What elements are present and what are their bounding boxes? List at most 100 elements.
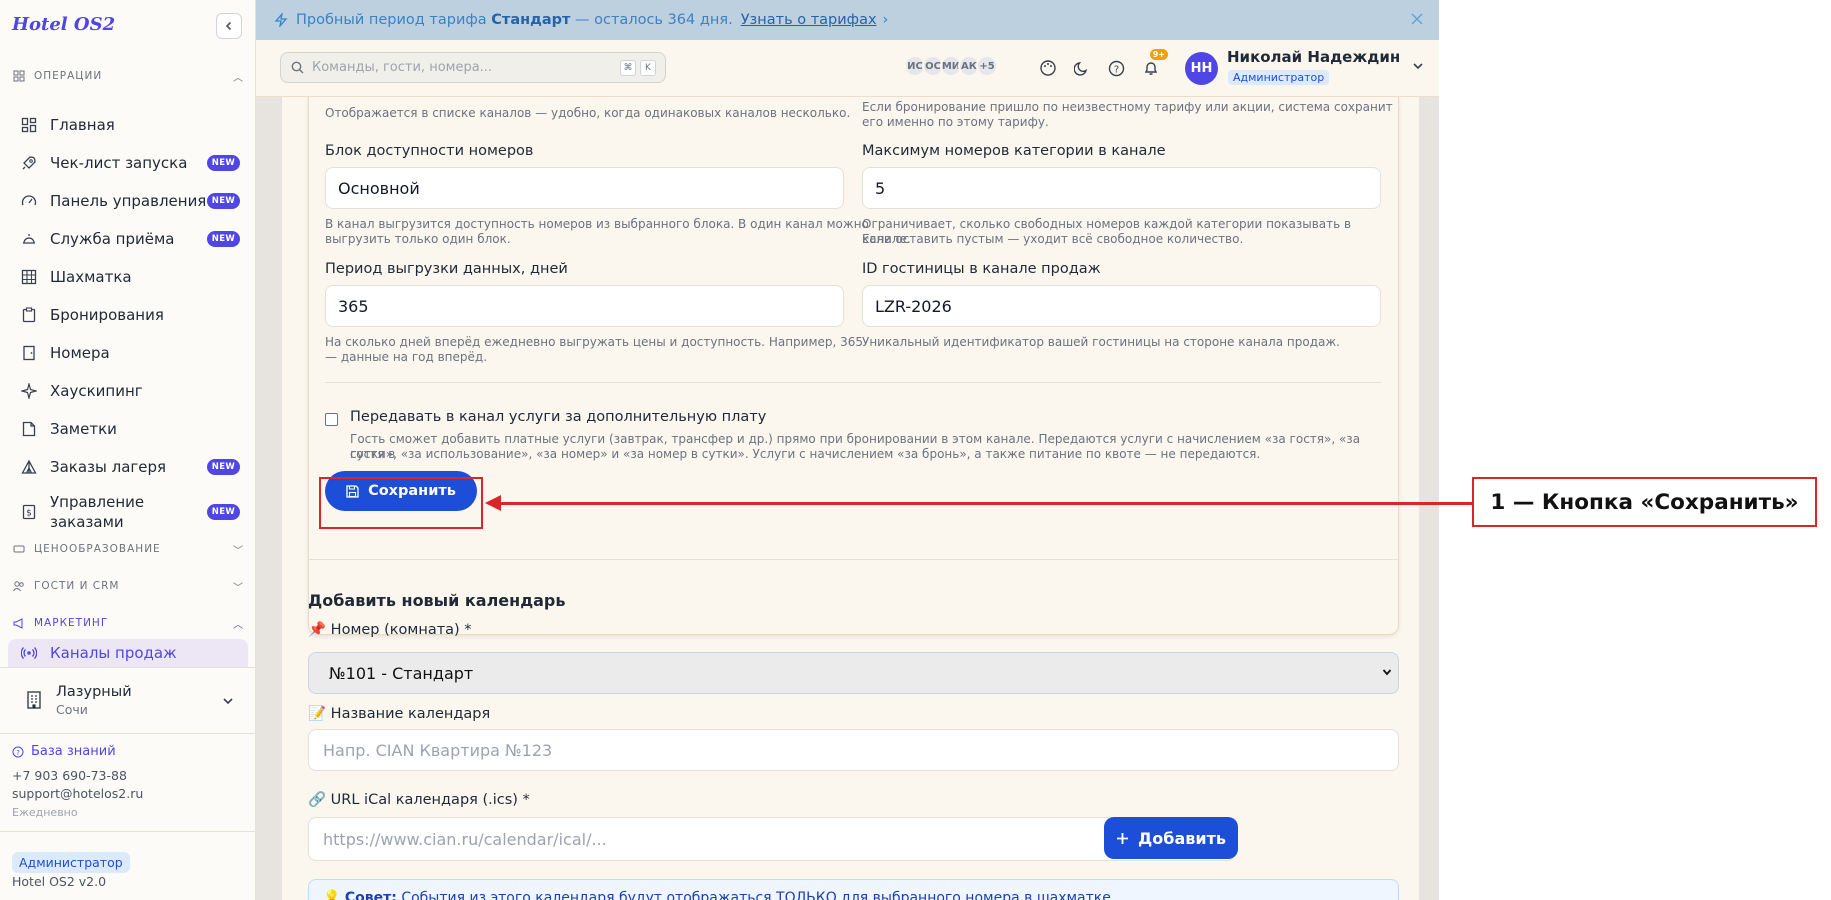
room-select[interactable]: №101 - Стандарт (308, 652, 1399, 694)
sidebar-item[interactable]: Шахматка (8, 262, 248, 292)
export-period-input[interactable]: 365 (325, 285, 844, 327)
add-calendar-title: Добавить новый календарь (308, 591, 566, 610)
section-guests[interactable]: ГОСТИ И CRM ﹀ (12, 576, 244, 596)
sidebar-item[interactable]: Заказы лагеря NEW (8, 452, 248, 482)
sidebar-item-label: Шахматка (50, 268, 132, 286)
collapse-sidebar-button[interactable] (216, 13, 242, 39)
block-hint-line1: В канал выгрузится доступность номеров и… (325, 217, 869, 231)
services-label[interactable]: Передавать в канал услуги за дополнитель… (350, 409, 766, 425)
bell-icon (1144, 62, 1158, 75)
role-badge: Администратор (12, 852, 130, 873)
period-hint-line2: — данные на год вперёд. (325, 350, 488, 364)
channel-name-hint: Отображается в списке каналов — удобно, … (325, 106, 851, 120)
online-users[interactable]: ИС ОС МИ АК +5 (904, 55, 998, 77)
new-badge: NEW (206, 459, 240, 475)
annotation-highlight-box (319, 477, 483, 529)
new-badge: NEW (206, 504, 240, 520)
hotel-id-input[interactable]: LZR-2026 (862, 285, 1381, 327)
calendar-name-input[interactable]: Напр. CIAN Квартира №123 (308, 729, 1399, 771)
sidebar-item[interactable]: Служба приёма NEW (8, 224, 248, 254)
sidebar-item[interactable]: Панель управления NEW (8, 186, 248, 216)
availability-block-input[interactable]: Основной (325, 167, 844, 209)
new-badge: NEW (206, 231, 240, 247)
max-rooms-input[interactable]: 5 (862, 167, 1381, 209)
close-icon (1411, 13, 1423, 25)
user-avatar[interactable]: НН (1185, 52, 1218, 85)
chevron-left-icon (225, 21, 232, 31)
section-operations[interactable]: ОПЕРАЦИИ ︿ (12, 66, 244, 86)
door-icon (20, 344, 38, 362)
svg-text:?: ? (16, 749, 20, 757)
sidebar-item-label: Каналы продаж (50, 644, 177, 662)
chevron-down-icon (1382, 667, 1392, 680)
section-marketing[interactable]: МАРКЕТИНГ ︿ (12, 613, 244, 633)
plus-icon (1116, 832, 1129, 845)
ical-url-input[interactable]: https://www.cian.ru/calendar/ical/... (308, 817, 1235, 861)
sidebar-item[interactable]: Чек-лист запуска NEW (8, 148, 248, 178)
services-checkbox[interactable] (325, 413, 338, 426)
grid-icon (20, 268, 38, 286)
gauge-icon (20, 192, 38, 210)
receipt-icon: $ (20, 503, 38, 521)
support-phone[interactable]: +7 903 690-73-88 (12, 768, 127, 783)
notifications-button[interactable]: 9+ (1138, 49, 1168, 81)
add-calendar-button[interactable]: Добавить (1104, 817, 1238, 859)
chevron-down-icon: ﹀ (233, 582, 244, 594)
app-root: Hotel OS2 ОПЕРАЦИИ ︿ Главная Чек-лист зап… (0, 0, 1831, 900)
bell-service-icon (20, 230, 38, 248)
knowledge-base-link[interactable]: ? База знаний (12, 744, 116, 759)
sidebar-item[interactable]: Главная (8, 110, 248, 140)
app-logo[interactable]: Hotel OS2 (12, 14, 115, 35)
hotel-selector[interactable]: Лазурный Сочи (8, 670, 248, 730)
period-label: Период выгрузки данных, дней (325, 261, 568, 277)
chevron-down-icon (1413, 63, 1423, 70)
new-badge: NEW (206, 193, 240, 209)
help-circle-icon: ? (12, 746, 24, 758)
sidebar: Hotel OS2 ОПЕРАЦИИ ︿ Главная Чек-лист зап… (0, 0, 256, 900)
user-menu-toggle[interactable] (1412, 60, 1424, 75)
support-email[interactable]: support@hotelos2.ru (12, 786, 143, 801)
palette-button[interactable] (1035, 55, 1061, 81)
radio-icon (20, 644, 38, 662)
hotel-id-hint: Уникальный идентификатор вашей гостиницы… (862, 335, 1340, 349)
sidebar-item-sales-channels[interactable]: Каналы продаж (8, 639, 248, 667)
max-rooms-hint-line2: Если оставить пустым — уходит всё свобод… (862, 232, 1244, 246)
sidebar-item-label: Панель управления (50, 192, 207, 210)
sidebar-item[interactable]: Бронирования (8, 300, 248, 330)
divider (0, 831, 256, 832)
services-hint-line2: сутки», «за использование», «за номер» и… (350, 447, 1261, 461)
note-icon (20, 420, 38, 438)
tariff-hint-line2: его именно по этому тарифу. (862, 115, 1049, 129)
rocket-icon (20, 154, 38, 172)
divider (0, 667, 256, 668)
section-pricing[interactable]: ЦЕНООБРАЗОВАНИЕ ﹀ (12, 539, 244, 559)
sidebar-item[interactable]: Заметки (8, 414, 248, 444)
app-version: Hotel OS2 v2.0 (12, 874, 107, 889)
theme-toggle[interactable] (1069, 55, 1095, 81)
sidebar-item[interactable]: $ Управление заказами NEW (8, 490, 248, 534)
pricing-link[interactable]: Узнать о тарифах (741, 12, 877, 28)
divider (308, 559, 1399, 560)
kbd-command: ⌘ (620, 60, 636, 76)
clipboard-icon (20, 306, 38, 324)
building-icon (24, 690, 44, 710)
tip-bold: Совет: (344, 890, 397, 900)
sidebar-item[interactable]: Хаускипинг (8, 376, 248, 406)
avatar-more: +5 (976, 55, 998, 77)
sidebar-item-label: Бронирования (50, 306, 164, 324)
banner-plan: Стандарт (491, 12, 571, 28)
users-icon (12, 579, 26, 593)
help-button[interactable]: ? (1103, 55, 1129, 81)
section-label: ГОСТИ И CRM (34, 580, 120, 592)
command-search[interactable]: Команды, гости, номера... ⌘ K (280, 52, 666, 83)
lightbulb-icon: 💡 (323, 890, 341, 900)
hotel-city: Сочи (56, 701, 88, 717)
close-banner-button[interactable] (1411, 10, 1423, 29)
chevron-up-icon: ︿ (233, 619, 244, 631)
room-select-value: №101 - Стандарт (329, 663, 474, 683)
tip-box: 💡 Совет: События из этого календаря буду… (308, 879, 1399, 900)
topbar: Команды, гости, номера... ⌘ K ИС ОС МИ А… (256, 40, 1439, 97)
search-input[interactable]: Команды, гости, номера... (312, 60, 492, 75)
user-name[interactable]: Николай Надеждин (1227, 48, 1400, 66)
sidebar-item[interactable]: Номера (8, 338, 248, 368)
